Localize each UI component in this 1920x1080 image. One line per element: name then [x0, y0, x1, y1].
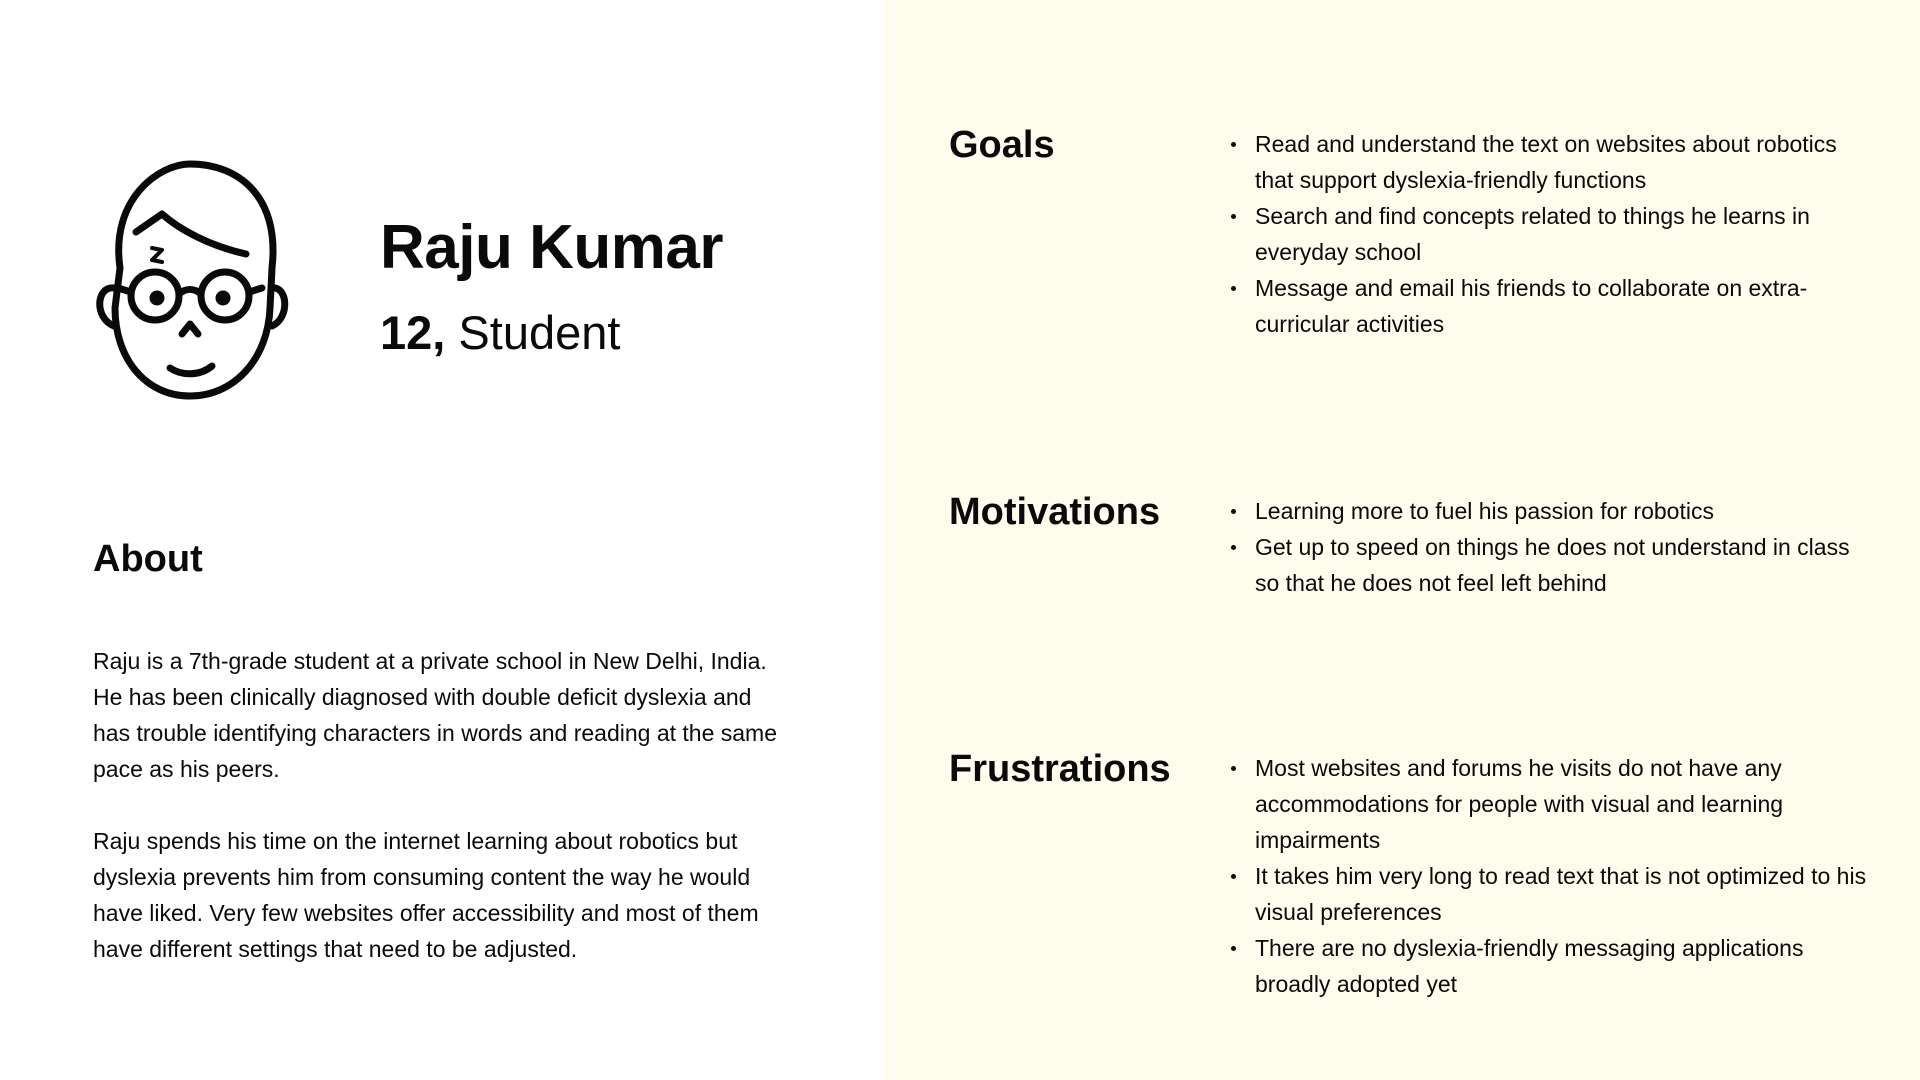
persona-name: Raju Kumar [380, 213, 723, 282]
boy-with-glasses-icon [96, 160, 289, 400]
motivations-heading: Motivations [949, 491, 1161, 533]
about-paragraph: Raju is a 7th-grade student at a private… [93, 648, 778, 782]
list-item: Get up to speed on things he does not un… [1231, 529, 1875, 601]
list-item: Learning more to fuel his passion for ro… [1231, 493, 1875, 529]
list-item: Read and understand the text on websites… [1231, 126, 1875, 198]
persona-subtitle: 12, Student [380, 305, 620, 361]
frustrations-heading: Frustrations [949, 748, 1171, 790]
persona-age: 12, [380, 306, 446, 359]
persona-page: Raju Kumar 12, Student About Raju is a 7… [0, 0, 1920, 1080]
list-item: There are no dyslexia-friendly messaging… [1231, 930, 1875, 1002]
about-heading: About [93, 538, 203, 580]
about-text: Raju is a 7th-grade student at a private… [93, 643, 783, 1003]
motivations-list: Learning more to fuel his passion for ro… [1230, 493, 1875, 601]
frustrations-list: Most websites and forums he visits do no… [1230, 750, 1875, 1002]
about-paragraph: Raju spends his time on the internet lea… [93, 828, 759, 962]
profile-panel: Raju Kumar 12, Student About Raju is a 7… [0, 0, 884, 1080]
list-item: Message and email his friends to collabo… [1231, 270, 1875, 342]
list-item: It takes him very long to read text that… [1231, 858, 1875, 930]
list-item: Most websites and forums he visits do no… [1231, 750, 1875, 858]
goals-heading: Goals [949, 124, 1055, 166]
goals-list: Read and understand the text on websites… [1230, 126, 1875, 342]
persona-role: Student [458, 306, 621, 359]
list-item: Search and find concepts related to thin… [1231, 198, 1875, 270]
